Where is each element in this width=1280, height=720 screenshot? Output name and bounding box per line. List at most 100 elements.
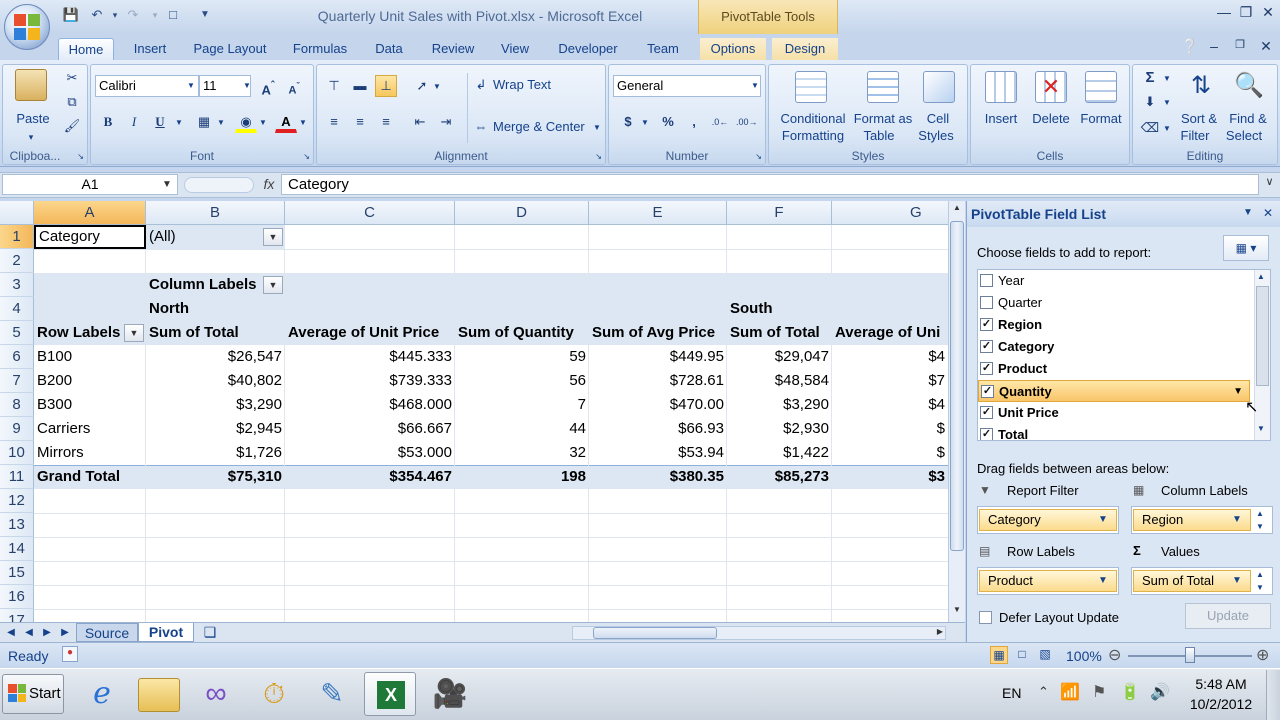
row-labels-chip-dropdown-icon[interactable]: ▼ <box>1098 575 1108 586</box>
values-area-scroll-up-icon[interactable]: ▲ <box>1256 570 1264 579</box>
macro-record-icon[interactable]: ● <box>62 646 78 662</box>
folder-icon[interactable] <box>138 678 180 712</box>
formula-input[interactable]: Category <box>281 174 1259 195</box>
row-header-14[interactable]: 14 <box>0 537 34 561</box>
clipboard-launcher-icon[interactable]: ↘ <box>77 152 84 161</box>
table-cell[interactable]: $4 <box>832 345 948 369</box>
shrink-font-icon[interactable]: Aˇ <box>283 75 305 97</box>
tab-home[interactable]: Home <box>58 38 114 60</box>
report-filter-chip[interactable]: Category <box>979 509 1117 531</box>
table-cell[interactable]: $ <box>832 441 948 465</box>
underline-button[interactable]: U <box>149 111 171 133</box>
find-select-label-2[interactable]: Select <box>1221 128 1267 144</box>
grand-total-cell[interactable]: $3 <box>832 465 948 489</box>
column-labels-area[interactable]: Region ▼ ▲ ▼ <box>1131 506 1273 534</box>
table-cell[interactable]: $48,584 <box>727 369 832 393</box>
table-cell[interactable]: $29,047 <box>727 345 832 369</box>
action-center-flag-icon[interactable]: ⚑ <box>1092 682 1106 702</box>
grow-font-icon[interactable]: Aˆ <box>257 75 279 97</box>
row-label[interactable]: B300 <box>34 393 146 417</box>
column-header-f[interactable]: F <box>727 201 832 225</box>
table-cell[interactable]: $26,547 <box>146 345 285 369</box>
table-cell[interactable]: $2,945 <box>146 417 285 441</box>
pane-close-icon[interactable]: ✕ <box>1263 206 1273 220</box>
column-area-scroll-up-icon[interactable]: ▲ <box>1256 509 1264 518</box>
scroll-up-icon[interactable]: ▲ <box>950 203 964 217</box>
field-item-product[interactable]: ✓ Product <box>978 358 1248 380</box>
horizontal-scrollbar[interactable]: ▶ <box>572 626 946 640</box>
merge-dropdown-icon[interactable]: ▼ <box>593 123 601 132</box>
expand-formula-bar-icon[interactable]: ∨ <box>1261 175 1278 194</box>
table-cell[interactable]: $3,290 <box>146 393 285 417</box>
scroll-right-icon[interactable]: ▶ <box>937 627 943 636</box>
tab-options[interactable]: Options <box>700 38 766 60</box>
internet-explorer-icon[interactable]: ℯ <box>76 672 128 716</box>
table-cell[interactable]: $ <box>832 417 948 441</box>
insert-worksheet-icon[interactable]: ❏ <box>196 623 224 642</box>
format-painter-icon[interactable]: 🖌 <box>61 115 83 137</box>
percent-button[interactable]: % <box>657 111 679 133</box>
checkmark-icon[interactable]: ✓ <box>980 318 993 331</box>
align-center-icon[interactable]: ≡ <box>349 111 371 133</box>
table-cell[interactable]: 7 <box>455 393 589 417</box>
values-chip-dropdown-icon[interactable]: ▼ <box>1232 575 1242 586</box>
table-cell[interactable]: $53.94 <box>589 441 727 465</box>
tab-review[interactable]: Review <box>422 38 484 60</box>
increase-indent-icon[interactable]: ⇥ <box>435 111 457 133</box>
decrease-indent-icon[interactable]: ⇤ <box>409 111 431 133</box>
show-hidden-icons[interactable]: ⌃ <box>1038 684 1049 700</box>
table-cell[interactable]: $1,422 <box>727 441 832 465</box>
column-header-g[interactable]: G <box>832 201 948 225</box>
format-cells-button[interactable]: Format <box>1075 111 1127 127</box>
row-header-4[interactable]: 4 <box>0 297 34 321</box>
field-item-quarter[interactable]: Quarter <box>978 292 1248 314</box>
restore-icon[interactable]: ❐ <box>1236 4 1256 22</box>
row-header-7[interactable]: 7 <box>0 369 34 393</box>
comma-button[interactable]: , <box>683 111 705 133</box>
tab-team[interactable]: Team <box>638 38 688 60</box>
table-cell[interactable]: $66.93 <box>589 417 727 441</box>
vertical-scrollbar[interactable]: ▲ ▼ <box>948 201 965 622</box>
tab-data[interactable]: Data <box>366 38 412 60</box>
find-select-label-1[interactable]: Find & <box>1225 111 1271 127</box>
clock-time[interactable]: 5:48 AM <box>1182 676 1260 692</box>
clock-date[interactable]: 10/2/2012 <box>1180 696 1262 712</box>
table-cell[interactable]: $66.667 <box>285 417 455 441</box>
volume-icon[interactable]: 🔊 <box>1150 682 1170 702</box>
tab-insert[interactable]: Insert <box>124 38 176 60</box>
worksheet-grid[interactable]: A B C D E F G 1 2 3 4 5 6 7 8 9 10 11 12… <box>0 201 948 622</box>
grand-total-cell[interactable]: 198 <box>455 465 589 489</box>
horizontal-scroll-thumb[interactable] <box>593 627 717 639</box>
checkmark-icon[interactable]: ✓ <box>980 406 993 419</box>
help-icon[interactable]: ❔ <box>1180 38 1200 56</box>
row-labels-area[interactable]: Product ▼ <box>977 567 1119 595</box>
row-header-10[interactable]: 10 <box>0 441 34 465</box>
borders-icon[interactable]: ▦ <box>193 111 215 133</box>
row-header-2[interactable]: 2 <box>0 249 34 273</box>
insert-function-button[interactable]: fx <box>258 174 280 195</box>
field-item-year[interactable]: Year <box>978 270 1248 292</box>
excel-taskbar-icon[interactable]: X <box>364 672 416 716</box>
row-header-8[interactable]: 8 <box>0 393 34 417</box>
table-cell[interactable]: $470.00 <box>589 393 727 417</box>
grand-total-label[interactable]: Grand Total <box>34 465 146 489</box>
row-header-15[interactable]: 15 <box>0 561 34 585</box>
table-cell[interactable]: $739.333 <box>285 369 455 393</box>
pane-options-icon[interactable]: ▼ <box>1243 207 1253 218</box>
select-all-corner[interactable] <box>0 201 34 225</box>
table-cell[interactable]: $1,726 <box>146 441 285 465</box>
table-cell[interactable]: 32 <box>455 441 589 465</box>
table-cell[interactable]: 56 <box>455 369 589 393</box>
row-labels-dropdown-icon[interactable]: ▼ <box>124 324 144 342</box>
field-item-region[interactable]: ✓ Region <box>978 314 1248 336</box>
grand-total-cell[interactable]: $85,273 <box>727 465 832 489</box>
font-color-icon[interactable]: A <box>275 111 297 133</box>
formula-bar-splitter[interactable] <box>184 177 254 193</box>
tab-page-layout[interactable]: Page Layout <box>186 38 274 60</box>
workbook-restore-icon[interactable]: ❐ <box>1230 38 1250 56</box>
network-icon[interactable]: 📶 <box>1060 682 1080 702</box>
paste-dropdown-icon[interactable]: ▾ <box>25 129 37 145</box>
row-header-9[interactable]: 9 <box>0 417 34 441</box>
grand-total-cell[interactable]: $75,310 <box>146 465 285 489</box>
paste-button[interactable]: Paste <box>9 111 57 127</box>
